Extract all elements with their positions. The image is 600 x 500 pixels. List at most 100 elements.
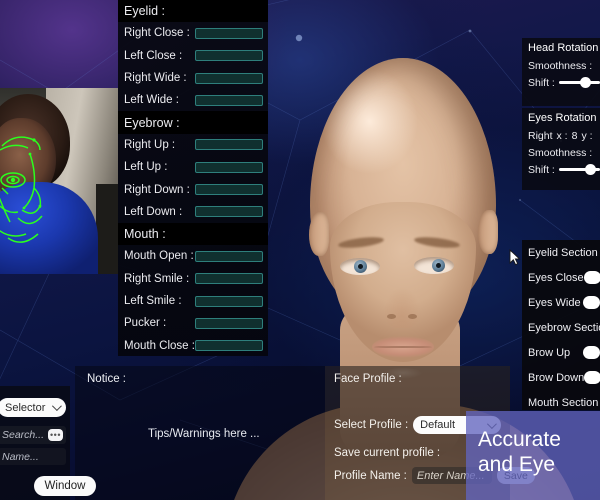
facial-parameter-slider[interactable] — [195, 50, 263, 62]
selector-dropdown-value: Selector — [5, 401, 46, 414]
section-toggle-row[interactable]: Eyes Close — [522, 265, 600, 290]
facial-parameter-slider[interactable] — [195, 94, 263, 106]
facial-parameter-slider[interactable] — [195, 340, 263, 352]
webcam-preview[interactable] — [0, 88, 118, 274]
caption-line-1: Accurate — [478, 428, 561, 451]
facial-parameter-slider[interactable] — [195, 317, 263, 329]
avatar-ear-left — [309, 212, 329, 256]
facial-parameter-slider[interactable] — [195, 206, 263, 218]
face-profile-title: Face Profile : — [334, 373, 402, 385]
facial-parameter-label: Right Up : — [124, 138, 176, 151]
slider-track — [558, 81, 600, 84]
selector-dropdown[interactable]: Selector — [0, 398, 66, 417]
notice-title: Notice : — [87, 373, 126, 385]
face-tracking-mesh-overlay — [0, 136, 43, 243]
avatar-eye-left — [340, 258, 380, 275]
facial-parameter-slider[interactable] — [195, 161, 263, 173]
head-rotation-shift-label: Shift : — [528, 76, 555, 89]
facial-parameter-slider[interactable] — [195, 273, 263, 285]
avatar-ear-right — [478, 210, 498, 254]
facial-parameter-label: Pucker : — [124, 317, 167, 330]
facial-parameter-row[interactable]: Left Smile : — [118, 290, 268, 312]
facial-parameter-row[interactable]: Right Down : — [118, 178, 268, 200]
section-toggle-row[interactable]: Eyes Wide — [522, 290, 600, 315]
eyes-rotation-y-label: y : — [581, 129, 593, 142]
avatar-pupil-left — [358, 264, 363, 269]
facial-parameters-list: Eyelid : Right Close : Left Close : Right W… — [118, 0, 268, 357]
facial-parameter-row[interactable]: Left Up : — [118, 156, 268, 178]
avatar-nostril-left — [387, 314, 396, 319]
facial-parameter-label: Right Smile : — [124, 272, 190, 285]
facial-parameter-slider[interactable] — [195, 295, 263, 307]
facial-parameter-row[interactable]: Mouth Open : — [118, 245, 268, 267]
facial-parameter-row[interactable]: Left Close : — [118, 45, 268, 67]
eyes-rotation-panel: Eyes Rotation : Right x : 8 y : Smoothne… — [522, 108, 600, 190]
facial-parameter-slider[interactable] — [195, 250, 263, 262]
facial-parameter-label: Mouth Close : — [124, 339, 195, 352]
eyes-rotation-right-row: Right x : 8 y : — [522, 127, 600, 144]
sections-list: Eyelid Section Eyes Close Eyes Wide Eyebrow… — [522, 240, 600, 415]
section-header: Eyelid Section — [522, 240, 600, 265]
head-rotation-panel: Head Rotation Smoothness : Shift : — [522, 38, 600, 106]
more-options-icon[interactable]: ••• — [48, 429, 63, 441]
eyes-rotation-shift-row[interactable]: Shift : — [522, 161, 600, 178]
section-header: Eyebrow Section — [522, 315, 600, 340]
facial-parameter-row[interactable]: Left Wide : — [118, 89, 268, 111]
facial-parameter-slider[interactable] — [195, 27, 263, 39]
slider-knob[interactable] — [580, 77, 592, 88]
facial-parameter-label: Left Smile : — [124, 295, 182, 307]
section-toggle[interactable] — [584, 371, 600, 384]
facial-parameter-row[interactable]: Right Smile : — [118, 268, 268, 290]
save-current-profile-row: Save current profile : — [334, 447, 440, 459]
facial-parameter-label: Mouth : — [124, 227, 166, 242]
profile-name-label: Profile Name : — [334, 469, 407, 482]
facial-parameter-row[interactable]: Right Close : — [118, 22, 268, 44]
sections-panel: Eyelid Section Eyes Close Eyes Wide Eyebrow… — [522, 240, 600, 410]
eyes-rotation-shift-slider[interactable] — [558, 163, 600, 177]
facial-parameter-slider[interactable] — [195, 72, 263, 84]
caption-overlay: Accurate and Eye — [466, 411, 600, 500]
facial-parameter-label: Left Wide : — [124, 94, 179, 107]
facial-parameter-row[interactable]: Mouth Close : — [118, 334, 268, 356]
name-placeholder: Name... — [2, 450, 39, 463]
section-toggle[interactable] — [583, 346, 600, 359]
save-current-profile-label: Save current profile : — [334, 447, 441, 459]
facial-parameter-slider[interactable] — [195, 139, 263, 151]
section-toggle-row[interactable]: Brow Up — [522, 340, 600, 365]
facial-parameter-row[interactable]: Right Up : — [118, 134, 268, 156]
search-placeholder: Search... — [2, 429, 45, 441]
notice-panel: Notice : Tips/Warnings here ... — [75, 366, 325, 500]
window-button[interactable]: Window — [34, 476, 96, 496]
name-input[interactable]: Name... — [0, 448, 66, 465]
head-rotation-shift-slider[interactable] — [558, 76, 600, 90]
facial-parameter-row[interactable]: Left Down : — [118, 201, 268, 223]
facial-parameter-label: Right Down : — [124, 183, 190, 196]
slider-knob[interactable] — [585, 164, 597, 175]
facial-parameter-label: Eyelid : — [124, 4, 165, 19]
section-label: Brow Down — [528, 371, 585, 384]
facial-parameter-slider[interactable] — [195, 184, 263, 196]
eyes-rotation-shift-label: Shift : — [528, 163, 555, 176]
avatar-iris-left — [354, 260, 367, 273]
facial-parameter-row[interactable]: Right Wide : — [118, 67, 268, 89]
facial-parameter-row[interactable]: Pucker : — [118, 312, 268, 334]
head-rotation-smoothness-label: Smoothness : — [528, 59, 593, 72]
head-rotation-smoothness-row: Smoothness : — [522, 57, 600, 74]
head-rotation-shift-row[interactable]: Shift : — [522, 74, 600, 91]
caption-line-2: and Eye — [478, 453, 556, 476]
avatar-pupil-right — [436, 263, 441, 268]
search-input[interactable]: Search... ••• — [0, 426, 66, 444]
eyes-rotation-x-value: 8 — [571, 129, 578, 142]
avatar-eye-right — [414, 257, 454, 274]
section-label: Eyelid Section — [528, 246, 598, 259]
section-toggle-row[interactable]: Brow Down — [522, 365, 600, 390]
eyes-rotation-x-label: x : — [556, 129, 568, 142]
eyes-rotation-smoothness-row: Smoothness : — [522, 144, 600, 161]
section-toggle[interactable] — [583, 296, 600, 309]
eyes-rotation-title: Eyes Rotation : — [528, 111, 600, 124]
avatar-nose — [380, 270, 424, 328]
facial-parameter-label: Left Close : — [124, 49, 183, 62]
facial-section-header: Eyelid : — [118, 0, 268, 23]
section-toggle[interactable] — [583, 271, 600, 284]
chevron-down-icon — [51, 401, 62, 412]
